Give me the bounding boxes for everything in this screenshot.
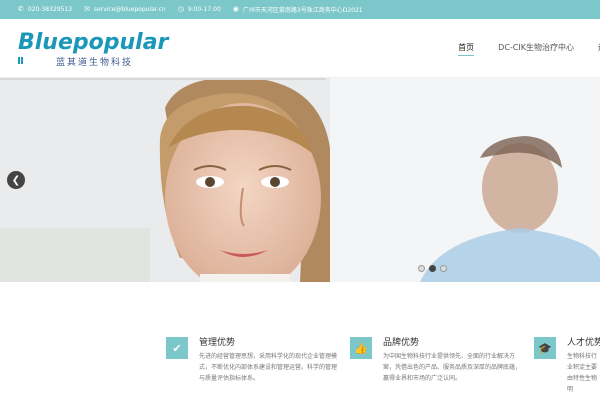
hero-image [0,78,330,282]
advantages-section: ✔ 管理优势 先进的经营管理思想，采用科学化的现代企业管理模式，不断优化内部体系… [0,282,600,400]
email-item: ✉ service@bluepopular.cn [84,5,166,14]
feature-title: 管理优势 [199,338,236,348]
nav-item-home[interactable]: 首页 [458,42,475,56]
thumbs-up-icon: 👍 [350,337,372,359]
graduation-cap-icon: 🎓 [534,337,556,359]
feature-title: 品牌优势 [383,338,420,348]
phone-icon: ✆ [18,5,24,13]
woman-portrait-image [0,78,330,282]
address-item: ◉ 广州市天河区棠南路3号珠江商务中心D2021 [232,5,363,15]
feature-desc: 先进的经营管理思想，采用科学化的现代企业管理模式，不断优化内部体系建设和管理运营… [199,353,338,382]
carousel-dot-1[interactable] [418,265,425,272]
top-contact-bar: ✆ 020-38329513 ✉ service@bluepopular.cn … [0,0,600,19]
main-nav: 首页 DC-CIK生物治疗中心 运 [434,42,600,56]
chevron-left-icon: ❮ [11,174,21,186]
nav-item-dc-cik[interactable]: DC-CIK生物治疗中心 [498,42,574,56]
carousel-dot-2[interactable] [429,265,436,272]
hero-carousel[interactable]: ❮ [0,78,600,282]
carousel-prev-button[interactable]: ❮ [7,171,25,189]
carousel-dot-3[interactable] [440,265,447,272]
feature-desc: 生物科技行业积淀主要由特性生物明 [567,353,598,393]
hero-top-line [0,78,326,80]
logo-name: Bluepopular [18,30,169,55]
clock-icon: ◷ [177,5,184,13]
hours-item: ◷ 9:00-17:00 [177,5,221,14]
phone-item: ✆ 020-38329513 [18,5,73,14]
logo-subtitle: 蓝其道生物科技 [56,58,134,68]
hours-text: 9:00-17:00 [187,6,221,13]
man-background-image [330,78,600,282]
email-text: service@bluepopular.cn [93,6,166,13]
phone-text: 020-38329513 [27,6,73,13]
feature-title: 人才优势 [567,338,600,348]
hero-image-right [330,78,600,282]
feature-desc: 为中国生物科技行业提供领先、全面的行业解决方案，凭借出色的产品、服务品质及深厚的… [383,353,522,382]
email-icon: ✉ [84,5,90,13]
location-icon: ◉ [232,5,239,13]
site-logo[interactable]: Bluepopular 蓝其道生物科技 [18,30,168,70]
site-header: Bluepopular 蓝其道生物科技 首页 DC-CIK生物治疗中心 运 [0,19,600,78]
check-icon: ✔ [166,337,188,359]
carousel-indicators [418,265,451,272]
logo-bars-icon [18,57,23,64]
address-text: 广州市天河区棠南路3号珠江商务中心D2021 [242,7,363,14]
